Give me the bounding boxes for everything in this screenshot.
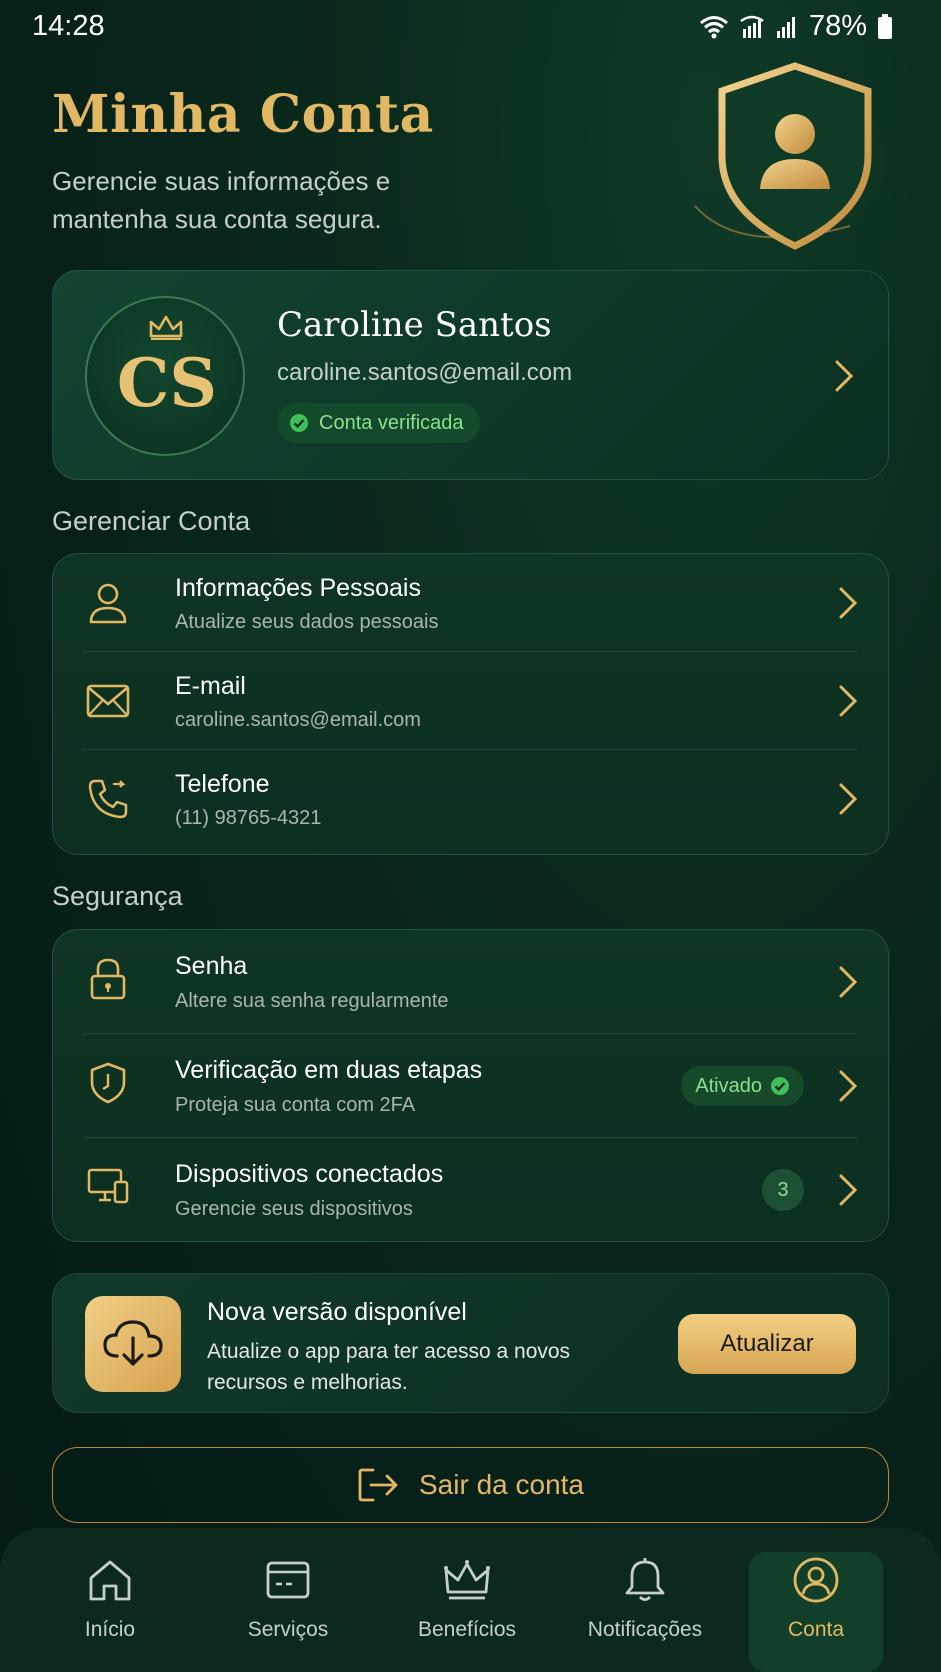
mail-icon (83, 676, 133, 726)
nav-label: Início (84, 1618, 136, 1641)
shield-user-icon (690, 62, 910, 251)
logout-label: Sair da conta (419, 1469, 584, 1500)
battery-icon (878, 13, 892, 39)
nav-item-inicio[interactable]: Início (35, 1552, 185, 1672)
section-title-manage: Gerenciar Conta (52, 506, 251, 536)
nav-item-servicos[interactable]: Serviços (213, 1552, 363, 1672)
phone-icon (83, 774, 133, 824)
chevron-right-icon (839, 587, 858, 619)
account-icon (792, 1552, 840, 1608)
nav-label: Serviços (247, 1618, 329, 1641)
row-title: E-mail (175, 672, 246, 700)
list-item-devices[interactable]: Dispositivos conectados Gerencie seus di… (53, 1138, 888, 1242)
row-title: Senha (175, 952, 248, 980)
chevron-right-icon (839, 783, 858, 815)
crown-icon (149, 315, 183, 340)
check-circle-icon (771, 1077, 789, 1095)
nav-label: Notificações (587, 1618, 703, 1641)
status-icons: 78% (699, 10, 893, 43)
cloud-download-icon (85, 1296, 181, 1392)
status-bar: 14:28 78% (0, 0, 941, 52)
page-subtitle: Gerencie suas informações e mantenha sua… (52, 166, 391, 234)
chevron-right-icon (839, 1070, 858, 1102)
nav-item-notificacoes[interactable]: Notificações (570, 1552, 720, 1672)
row-title: Telefone (175, 770, 270, 798)
section-title-security: Segurança (52, 881, 183, 911)
devices-icon (83, 1162, 133, 1212)
signal-icon (740, 15, 764, 38)
row-subtitle: Altere sua senha regularmente (175, 990, 449, 1012)
row-subtitle: Atualize seus dados pessoais (175, 611, 439, 633)
chevron-right-icon (835, 360, 854, 392)
verified-badge: Conta verificada (277, 403, 480, 443)
update-description: Atualize o app para ter acesso a novos r… (207, 1340, 571, 1394)
avatar-initials: CS (116, 344, 218, 422)
user-icon (83, 578, 133, 628)
list-item-email[interactable]: E-mail caroline.santos@email.com (53, 652, 888, 750)
list-item-two-factor[interactable]: Verificação em duas etapas Proteja sua c… (53, 1034, 888, 1138)
nav-item-beneficios[interactable]: Benefícios (392, 1552, 542, 1672)
update-button[interactable]: Atualizar (678, 1314, 856, 1374)
wifi-icon (699, 15, 728, 38)
shield-check-icon (83, 1058, 133, 1108)
logout-icon (358, 1468, 398, 1502)
nav-label: Benefícios (417, 1618, 517, 1641)
row-subtitle: (11) 98765-4321 (175, 807, 322, 829)
logout-button[interactable]: Sair da conta (52, 1447, 889, 1523)
avatar: CS (85, 296, 245, 456)
row-subtitle: caroline.santos@email.com (175, 709, 421, 731)
lock-icon (83, 954, 133, 1004)
battery-percent: 78% (808, 10, 867, 42)
chevron-right-icon (839, 685, 858, 717)
chevron-right-icon (839, 966, 858, 998)
page-title: Minha Conta (52, 84, 434, 145)
cell-signal-icon (776, 16, 795, 38)
list-item-personal-info[interactable]: Informações Pessoais Atualize seus dados… (53, 554, 888, 652)
manage-account-list: Informações Pessoais Atualize seus dados… (52, 553, 889, 855)
status-time: 14:28 (32, 10, 105, 42)
row-subtitle: Gerencie seus dispositivos (175, 1198, 413, 1220)
update-title: Nova versão disponível (207, 1298, 467, 1326)
profile-name: Caroline Santos (277, 305, 552, 345)
row-title: Dispositivos conectados (175, 1160, 444, 1188)
count-badge: 3 (762, 1169, 804, 1211)
row-title: Verificação em duas etapas (175, 1056, 483, 1084)
status-label: Ativado (695, 1074, 762, 1097)
check-circle-icon (290, 414, 308, 432)
profile-card[interactable]: CS Caroline Santos caroline.santos@email… (52, 270, 889, 480)
nav-label: Conta (787, 1618, 845, 1641)
chevron-right-icon (839, 1174, 858, 1206)
profile-email: caroline.santos@email.com (277, 359, 573, 386)
nav-item-conta[interactable]: Conta (749, 1552, 883, 1672)
status-badge: Ativado (681, 1066, 804, 1106)
bell-icon (623, 1552, 667, 1608)
bottom-nav: Início Serviços Benefícios Notificações … (0, 1528, 941, 1672)
list-item-phone[interactable]: Telefone (11) 98765-4321 (53, 750, 888, 848)
row-subtitle: Proteja sua conta com 2FA (175, 1094, 416, 1116)
home-icon (87, 1552, 133, 1608)
update-card: Nova versão disponível Atualize o app pa… (52, 1273, 889, 1413)
verified-label: Conta verificada (319, 411, 464, 434)
crown-icon (443, 1552, 491, 1608)
security-list: Senha Altere sua senha regularmente Veri… (52, 929, 889, 1242)
card-icon (265, 1552, 311, 1608)
row-title: Informações Pessoais (175, 574, 421, 602)
list-item-password[interactable]: Senha Altere sua senha regularmente (53, 930, 888, 1034)
